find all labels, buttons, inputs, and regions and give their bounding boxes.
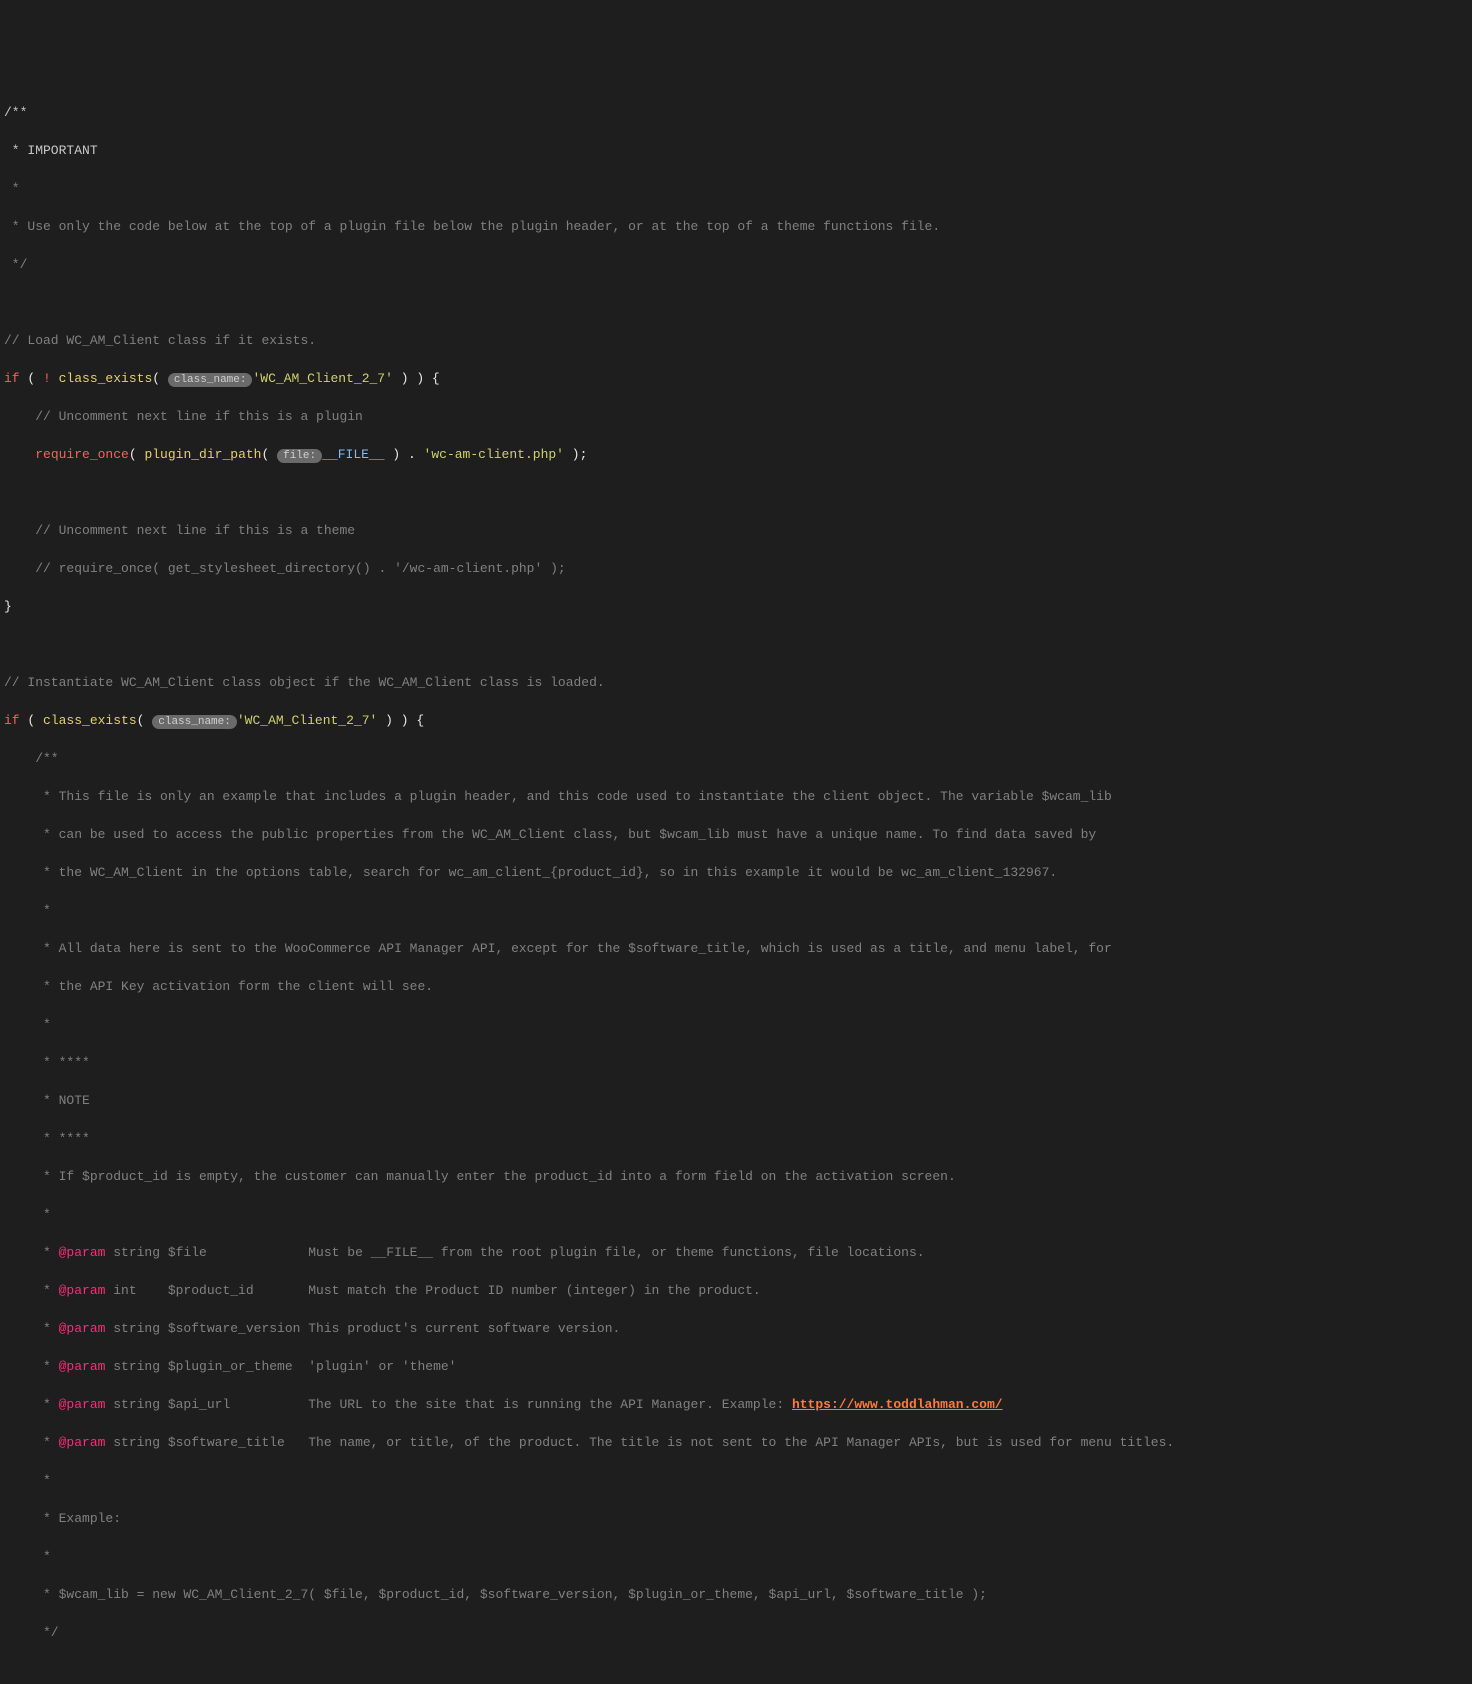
- param-hint-file: file:: [277, 449, 322, 463]
- param-tag: @param: [59, 1283, 106, 1298]
- string-literal: 'wc-am-client.php': [424, 447, 564, 462]
- brace-close: }: [4, 599, 12, 614]
- operator-not: !: [43, 371, 59, 386]
- docblock-line: * the API Key activation form the client…: [4, 979, 433, 994]
- param-tag: @param: [59, 1397, 106, 1412]
- docblock-line: * Example:: [4, 1511, 121, 1526]
- semicolon: );: [564, 447, 587, 462]
- paren: (: [137, 713, 153, 728]
- param-desc: string $plugin_or_theme 'plugin' or 'the…: [105, 1359, 456, 1374]
- string-literal: 'WC_AM_Client_2_7': [252, 371, 392, 386]
- paren: (: [20, 713, 43, 728]
- comment-line: // Uncomment next line if this is a them…: [4, 523, 355, 538]
- docblock-line: * This file is only an example that incl…: [4, 789, 1112, 804]
- comment-line: // Instantiate WC_AM_Client class object…: [4, 675, 605, 690]
- docblock-line: *: [4, 1245, 59, 1260]
- docblock-line: *: [4, 181, 20, 196]
- param-tag: @param: [59, 1359, 106, 1374]
- docblock-note: * NOTE: [4, 1093, 90, 1108]
- docblock-line: *: [4, 1321, 59, 1336]
- docblock-line: *: [4, 1283, 59, 1298]
- docblock-line: *: [4, 1435, 59, 1450]
- docblock-line: * ****: [4, 1055, 90, 1070]
- paren: (: [20, 371, 43, 386]
- url-link[interactable]: https://www.toddlahman.com/: [792, 1397, 1003, 1412]
- docblock-open: /**: [4, 105, 27, 120]
- param-hint-classname: class_name:: [152, 715, 237, 729]
- param-hint-classname: class_name:: [168, 373, 253, 387]
- paren-close: ) ) {: [377, 713, 424, 728]
- docblock-line: * ****: [4, 1131, 90, 1146]
- param-desc: int $product_id Must match the Product I…: [105, 1283, 760, 1298]
- docblock-line: * If $product_id is empty, the customer …: [4, 1169, 956, 1184]
- param-desc: string $software_title The name, or titl…: [105, 1435, 1174, 1450]
- docblock-line: *: [4, 1017, 51, 1032]
- param-tag: @param: [59, 1245, 106, 1260]
- docblock-close: */: [4, 1625, 59, 1640]
- paren-close: ): [385, 447, 408, 462]
- paren-close: ) ) {: [393, 371, 440, 386]
- docblock-line: *: [4, 1397, 59, 1412]
- operator-dot: .: [408, 447, 424, 462]
- string-literal: 'WC_AM_Client_2_7': [237, 713, 377, 728]
- docblock-line: * Use only the code below at the top of …: [4, 219, 940, 234]
- param-desc: string $api_url The URL to the site that…: [105, 1397, 792, 1412]
- comment-line: // require_once( get_stylesheet_director…: [4, 561, 566, 576]
- paren: (: [261, 447, 277, 462]
- docblock-open: /**: [4, 751, 59, 766]
- docblock-line: *: [4, 1473, 51, 1488]
- docblock-line: * All data here is sent to the WooCommer…: [4, 941, 1112, 956]
- indent: [4, 447, 35, 462]
- keyword-if: if: [4, 371, 20, 386]
- fn-plugin-dir-path: plugin_dir_path: [144, 447, 261, 462]
- param-tag: @param: [59, 1321, 106, 1336]
- comment-line: // Load WC_AM_Client class if it exists.: [4, 333, 316, 348]
- comment-line: // Uncomment next line if this is a plug…: [4, 409, 363, 424]
- paren: (: [152, 371, 168, 386]
- docblock-line: *: [4, 1549, 51, 1564]
- keyword-require: require_once: [35, 447, 129, 462]
- docblock-line: *: [4, 1359, 59, 1374]
- fn-class-exists: class_exists: [43, 713, 137, 728]
- keyword-if: if: [4, 713, 20, 728]
- docblock-line: *: [4, 1207, 51, 1222]
- docblock-important: * IMPORTANT: [4, 143, 98, 158]
- docblock-line: * the WC_AM_Client in the options table,…: [4, 865, 1057, 880]
- param-desc: string $file Must be __FILE__ from the r…: [105, 1245, 924, 1260]
- param-tag: @param: [59, 1435, 106, 1450]
- docblock-line: * can be used to access the public prope…: [4, 827, 1096, 842]
- paren: (: [129, 447, 145, 462]
- docblock-line: *: [4, 903, 51, 918]
- docblock-close: */: [4, 257, 27, 272]
- fn-class-exists: class_exists: [59, 371, 153, 386]
- code-editor[interactable]: /** * IMPORTANT * * Use only the code be…: [0, 76, 1472, 1684]
- param-desc: string $software_version This product's …: [105, 1321, 620, 1336]
- docblock-line: * $wcam_lib = new WC_AM_Client_2_7( $fil…: [4, 1587, 987, 1602]
- const-file: __FILE__: [322, 447, 384, 462]
